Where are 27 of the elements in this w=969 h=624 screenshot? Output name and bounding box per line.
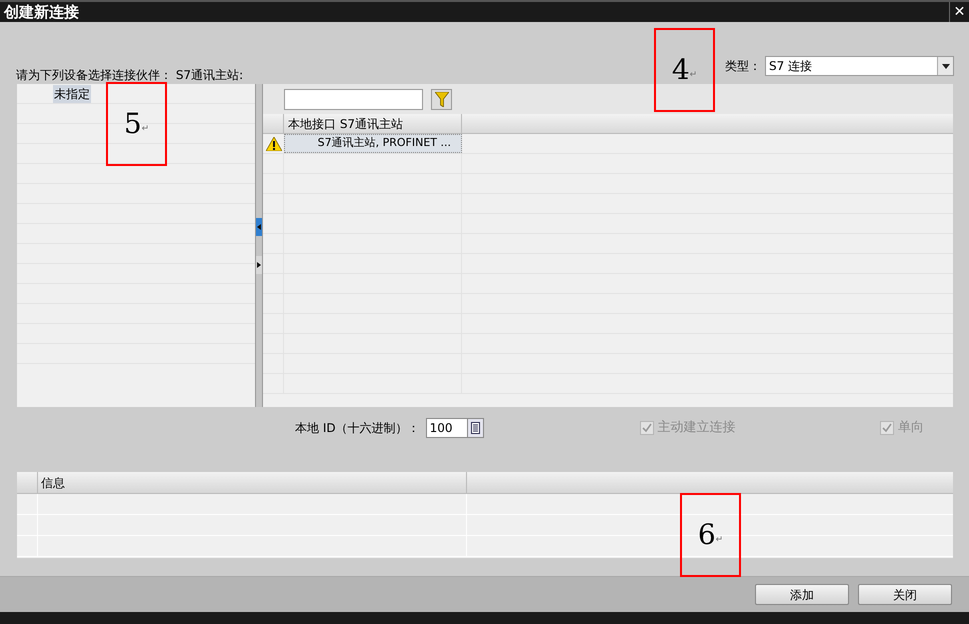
type-label: 类型： bbox=[725, 58, 761, 75]
option-label: 主动建立连接 bbox=[658, 419, 736, 438]
table-cell[interactable]: S7通讯主站, PROFINET ... bbox=[284, 134, 462, 153]
paragraph-mark: ↵ bbox=[716, 534, 724, 548]
type-dropdown[interactable]: S7 连接 bbox=[765, 56, 954, 76]
callout-number: 5 bbox=[124, 106, 142, 142]
dialog-button[interactable]: 添加 bbox=[755, 584, 849, 606]
callout-number: 6 bbox=[698, 517, 716, 553]
checkmark-icon bbox=[882, 423, 892, 433]
local-id-field[interactable]: 100 bbox=[426, 418, 484, 438]
local-id-label: 本地 ID（十六进制）： bbox=[295, 420, 420, 437]
filter-field[interactable] bbox=[284, 88, 423, 110]
expand-right-icon[interactable] bbox=[256, 256, 262, 274]
paragraph-mark: ↵ bbox=[690, 69, 698, 82]
dialog-button[interactable]: 关闭 bbox=[858, 584, 952, 606]
filter-button[interactable] bbox=[431, 88, 452, 110]
list-item[interactable]: 未指定 bbox=[53, 84, 91, 102]
list-icon[interactable] bbox=[466, 419, 483, 437]
window-title: 创建新连接 bbox=[2, 2, 79, 23]
collapse-left-icon[interactable] bbox=[256, 218, 262, 236]
callout-number: 4 bbox=[672, 52, 690, 88]
option-label: 单向 bbox=[898, 419, 924, 438]
prompt-text: 请为下列设备选择连接伙伴： S7通讯主站: bbox=[16, 67, 244, 84]
close-button[interactable]: ✕ bbox=[949, 2, 969, 22]
funnel-icon bbox=[434, 92, 448, 106]
checkmark-icon bbox=[642, 423, 652, 433]
paragraph-mark: ↵ bbox=[142, 123, 150, 136]
